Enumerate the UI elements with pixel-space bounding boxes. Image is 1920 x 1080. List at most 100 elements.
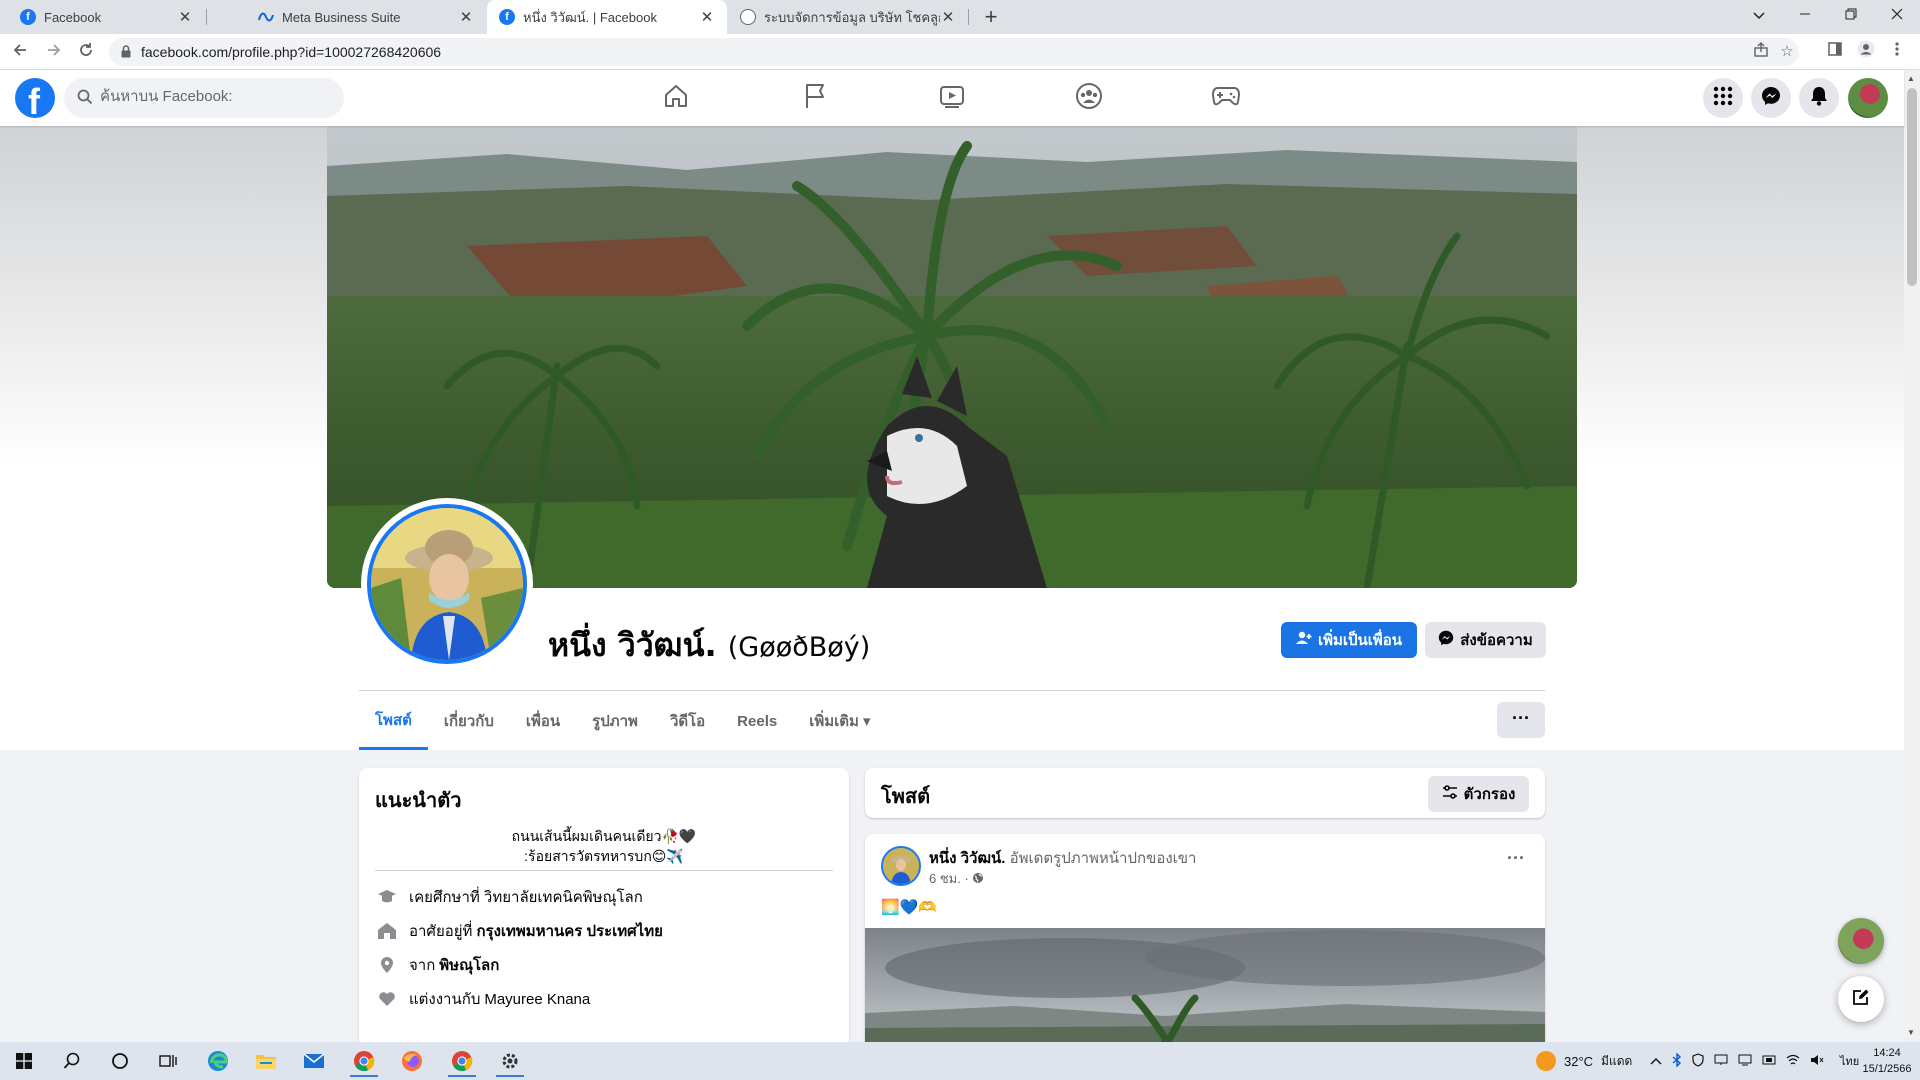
tab-more[interactable]: เพิ่มเติม ▾ <box>793 692 886 750</box>
restore-window-icon[interactable] <box>1828 0 1874 34</box>
add-friend-icon <box>1295 631 1312 649</box>
bluetooth-icon[interactable] <box>1672 1051 1682 1070</box>
nav-gaming-button[interactable] <box>1170 78 1282 118</box>
firefox-icon[interactable] <box>390 1045 434 1077</box>
security-shield-icon[interactable] <box>1692 1052 1704 1070</box>
system-clock[interactable]: 14:24 15/1/2566 <box>1858 1045 1916 1077</box>
network-icon[interactable] <box>1714 1054 1728 1069</box>
nav-home-button[interactable] <box>620 78 732 118</box>
input-language[interactable]: ไทย <box>1840 1052 1859 1070</box>
bookmark-star-icon[interactable]: ☆ <box>1776 42 1798 62</box>
menu-grid-button[interactable] <box>1703 78 1743 118</box>
tab-photos[interactable]: รูปภาพ <box>576 692 654 750</box>
account-avatar[interactable] <box>1848 78 1888 118</box>
scroll-down-arrow-icon[interactable]: ▼ <box>1907 1028 1915 1037</box>
profile-name-text: หนึ่ง วิวัฒน์. <box>548 626 717 664</box>
messenger-icon <box>1761 86 1781 111</box>
search-icon[interactable] <box>50 1045 94 1077</box>
intro-lives-in-value[interactable]: กรุงเทพมหานคร ประเทศไทย <box>476 919 662 943</box>
tab-reels[interactable]: Reels <box>721 692 793 750</box>
task-view-icon[interactable] <box>146 1045 190 1077</box>
profile-tabs: โพสต์ เกี่ยวกับ เพื่อน รูปภาพ วิดีโอ Ree… <box>359 692 887 750</box>
file-explorer-icon[interactable] <box>244 1045 288 1077</box>
notifications-button[interactable] <box>1799 78 1839 118</box>
globe-icon <box>972 871 984 886</box>
nav-pages-button[interactable] <box>759 78 871 118</box>
tab-posts[interactable]: โพสต์ <box>359 692 428 750</box>
tab-close-icon[interactable]: ✕ <box>940 8 956 26</box>
browser-tab-facebook[interactable]: f Facebook ✕ <box>8 0 205 34</box>
tab-close-icon[interactable]: ✕ <box>177 8 193 26</box>
browser-tab-company-system[interactable]: ระบบจัดการข้อมูล บริษัท โชคลูกน็อต ฯ ✕ <box>728 0 968 34</box>
add-friend-button[interactable]: เพิ่มเป็นเพื่อน <box>1281 622 1417 658</box>
facebook-search-box[interactable] <box>64 78 344 118</box>
tab-friends[interactable]: เพื่อน <box>510 692 576 750</box>
intro-relationship-value[interactable]: Mayuree Knana <box>484 991 590 1008</box>
display-icon[interactable] <box>1738 1054 1752 1069</box>
minimize-window-icon[interactable] <box>1782 0 1828 34</box>
post-time-text: 6 ชม. · <box>929 871 969 886</box>
profile-divider <box>359 690 1545 691</box>
tray-chevron-up-icon[interactable] <box>1650 1054 1662 1068</box>
facebook-logo-icon[interactable]: f <box>15 78 55 122</box>
chat-head-avatar[interactable] <box>1838 918 1884 964</box>
nav-watch-button[interactable] <box>896 78 1008 118</box>
tab-search-chevron-icon[interactable] <box>1736 0 1782 34</box>
post-options-button[interactable]: ··· <box>1507 848 1525 869</box>
address-bar[interactable]: facebook.com/profile.php?id=100027268420… <box>109 38 1799 66</box>
profile-picture[interactable] <box>367 504 527 664</box>
profile-account-icon[interactable] <box>1853 40 1879 64</box>
intro-hometown[interactable]: จาก พิษณุโลก <box>375 952 499 978</box>
reload-icon[interactable] <box>72 38 100 66</box>
page-scrollbar[interactable]: ▲ ▼ <box>1904 70 1920 1042</box>
post-timestamp[interactable]: 6 ชม. · <box>929 868 984 889</box>
scroll-up-arrow-icon[interactable]: ▲ <box>1907 74 1915 83</box>
cortana-icon[interactable] <box>98 1045 142 1077</box>
browser-tab-profile-active[interactable]: f หนึ่ง วิวัฒน์. | Facebook ✕ <box>487 0 727 34</box>
projector-icon[interactable] <box>1762 1054 1776 1069</box>
url-text[interactable]: facebook.com/profile.php?id=100027268420… <box>141 44 441 60</box>
side-panel-icon[interactable] <box>1822 40 1848 64</box>
chrome-icon[interactable] <box>440 1045 484 1077</box>
browser-menu-icon[interactable] <box>1884 40 1910 64</box>
lock-icon[interactable] <box>121 45 131 58</box>
cover-photo[interactable] <box>327 126 1577 588</box>
facebook-header: f <box>0 70 1904 126</box>
search-input[interactable] <box>100 88 330 105</box>
tab-close-icon[interactable]: ✕ <box>458 8 474 26</box>
weather-widget[interactable]: 32°C มีแดด <box>1536 1042 1632 1080</box>
post-author-avatar[interactable] <box>881 846 921 886</box>
tab-separator <box>206 9 207 25</box>
intro-education[interactable]: เคยศึกษาที่ วิทยาลัยเทคนิคพิษณุโลก <box>375 884 643 910</box>
mail-icon[interactable] <box>292 1045 336 1077</box>
bio-line: :ร้อยสารวัตรทหารบก😊✈️ <box>524 848 684 864</box>
close-window-icon[interactable] <box>1874 0 1920 34</box>
new-tab-button[interactable]: + <box>977 4 1005 30</box>
tab-about[interactable]: เกี่ยวกับ <box>428 692 510 750</box>
chrome-icon[interactable] <box>342 1045 386 1077</box>
speaker-volume-icon[interactable] <box>1810 1054 1824 1069</box>
new-message-button[interactable] <box>1838 976 1884 1022</box>
browser-tab-meta-business-suite[interactable]: Meta Business Suite ✕ <box>246 0 486 34</box>
posts-header-card: โพสต์ ตัวกรอง <box>865 768 1545 818</box>
intro-hometown-value[interactable]: พิษณุโลก <box>439 953 499 977</box>
filter-button[interactable]: ตัวกรอง <box>1428 776 1529 812</box>
nav-groups-button[interactable] <box>1033 78 1145 118</box>
post-author-name[interactable]: หนึ่ง วิวัฒน์. <box>929 850 1005 867</box>
post-cover-image[interactable] <box>865 928 1545 1042</box>
settings-gear-icon[interactable] <box>488 1045 532 1077</box>
intro-lives-in[interactable]: อาศัยอยู่ที่ กรุงเทพมหานคร ประเทศไทย <box>375 918 663 944</box>
tab-close-icon[interactable]: ✕ <box>699 8 715 26</box>
wifi-icon[interactable] <box>1786 1054 1800 1069</box>
messenger-button[interactable] <box>1751 78 1791 118</box>
windows-start-icon[interactable] <box>2 1045 46 1077</box>
share-icon[interactable] <box>1750 42 1772 62</box>
tab-videos[interactable]: วิดีโอ <box>654 692 721 750</box>
edge-icon[interactable] <box>196 1045 240 1077</box>
forward-arrow-icon[interactable] <box>40 38 68 66</box>
back-arrow-icon[interactable] <box>6 38 34 66</box>
intro-relationship[interactable]: แต่งงานกับ Mayuree Knana <box>375 986 590 1012</box>
send-message-button[interactable]: ส่งข้อความ <box>1425 622 1546 658</box>
scrollbar-thumb[interactable] <box>1907 88 1917 286</box>
profile-more-options-button[interactable]: ··· <box>1497 702 1545 738</box>
